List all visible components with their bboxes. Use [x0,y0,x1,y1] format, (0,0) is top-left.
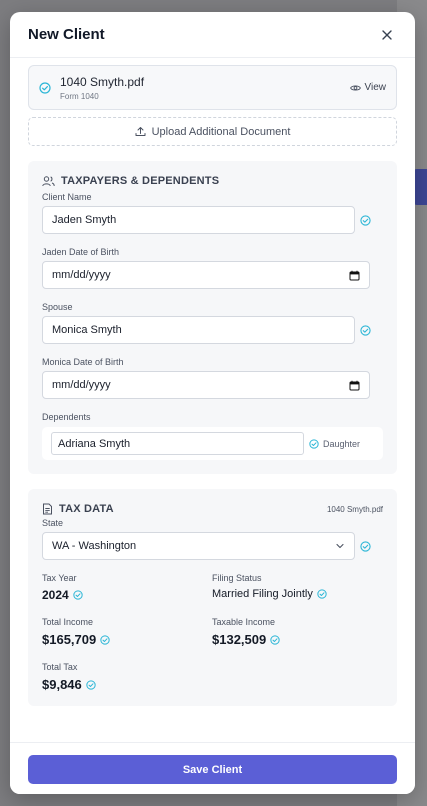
verified-check-icon [39,81,51,94]
verified-check-icon [360,214,371,226]
taxpayers-section-header: TAXPAYERS & DEPENDENTS [42,175,383,187]
view-label: View [364,82,387,93]
total-income-metric: Total Income $165,709 [42,617,212,647]
tax-data-section-title: TAX DATA [59,503,114,515]
taxable-income-value: $132,509 [212,632,267,647]
filing-status-value: Married Filing Jointly [212,588,313,600]
verified-check-icon [309,438,319,449]
background-button [413,169,427,205]
taxable-income-label: Taxable Income [212,617,276,627]
eye-icon [349,84,361,91]
verified-check-icon [360,540,371,552]
modal-header: New Client [10,12,415,58]
document-info: 1040 Smyth.pdf Form 1040 [60,75,144,101]
total-tax-metric: Total Tax $9,846 [42,662,212,692]
document-card: 1040 Smyth.pdf Form 1040 View [28,65,397,110]
client-dob-label: Jaden Date of Birth [42,247,120,257]
modal-body[interactable]: 1040 Smyth.pdf Form 1040 View Upload Add… [10,58,415,742]
calendar-icon[interactable] [349,380,360,391]
total-income-value: $165,709 [42,632,97,647]
taxpayers-section-title: TAXPAYERS & DEPENDENTS [61,175,220,187]
taxable-income-value-row: $132,509 [212,632,372,647]
client-name-label: Client Name [42,192,92,202]
client-name-row: Jaden Smyth [42,206,383,234]
total-tax-value: $9,846 [42,677,82,692]
dependent-name-input[interactable]: Adriana Smyth [51,432,304,455]
verified-check-icon [73,590,83,600]
verified-check-icon [86,679,96,690]
tax-year-metric: Tax Year 2024 [42,573,212,602]
total-tax-label: Total Tax [42,662,78,672]
total-income-label: Total Income [42,617,94,627]
spouse-input[interactable]: Monica Smyth [42,316,355,344]
client-name-input[interactable]: Jaden Smyth [42,206,355,234]
upload-label: Upload Additional Document [151,125,291,138]
spouse-dob-placeholder: mm/dd/yyyy [52,379,111,391]
dependents-label: Dependents [42,412,91,422]
close-button[interactable] [377,25,397,45]
verified-check-icon [317,589,327,599]
state-row: WA - Washington [42,532,383,560]
client-dob-row: mm/dd/yyyy [42,261,383,289]
document-icon [43,503,52,515]
spouse-label: Spouse [42,302,73,312]
verified-check-icon [100,634,110,645]
modal-title: New Client [28,26,105,43]
calendar-icon[interactable] [349,270,360,281]
upload-icon [135,127,146,136]
document-type: Form 1040 [60,91,99,101]
filing-status-label: Filing Status [212,573,262,583]
client-dob-placeholder: mm/dd/yyyy [52,269,111,281]
verified-check-icon [360,324,371,336]
state-select[interactable]: WA - Washington [42,532,355,560]
taxable-income-metric: Taxable Income $132,509 [212,617,372,647]
chevron-down-icon [336,543,344,549]
dependent-item: Adriana Smyth Daughter [42,427,383,460]
dependent-relationship-label: Daughter [323,438,361,449]
tax-year-value-row: 2024 [42,588,212,602]
total-income-value-row: $165,709 [42,632,212,647]
tax-year-label: Tax Year [42,573,77,583]
spouse-dob-input[interactable]: mm/dd/yyyy [42,371,370,399]
dependent-relationship: Daughter [309,439,360,449]
spouse-row: Monica Smyth [42,316,383,344]
verified-check-icon [270,634,280,645]
spouse-dob-row: mm/dd/yyyy [42,371,383,399]
modal-footer: Save Client [10,742,415,794]
view-document-button[interactable]: View [349,82,387,93]
spouse-dob-label: Monica Date of Birth [42,357,124,367]
total-tax-value-row: $9,846 [42,677,212,692]
tax-year-value: 2024 [42,588,69,602]
save-client-button[interactable]: Save Client [28,755,397,784]
tax-data-section-header: TAX DATA 1040 Smyth.pdf [42,503,383,515]
tax-data-section: TAX DATA 1040 Smyth.pdf State WA - Washi… [28,489,397,706]
close-icon [382,29,392,40]
taxpayers-section: TAXPAYERS & DEPENDENTS Client Name Jaden… [28,161,397,474]
people-icon [42,175,55,186]
state-label: State [42,518,64,528]
state-value: WA - Washington [52,540,137,552]
document-name: 1040 Smyth.pdf [60,74,145,89]
tax-metrics-grid: Tax Year 2024 Filing Status Married Fili… [42,573,383,692]
client-dob-input[interactable]: mm/dd/yyyy [42,261,370,289]
new-client-modal: New Client 1040 Smyth.pdf Form 1040 View… [10,12,415,794]
upload-additional-document-button[interactable]: Upload Additional Document [28,117,397,146]
filing-status-metric: Filing Status Married Filing Jointly [212,573,372,602]
filing-status-value-row: Married Filing Jointly [212,588,372,600]
tax-data-source-file: 1040 Smyth.pdf [326,504,383,514]
